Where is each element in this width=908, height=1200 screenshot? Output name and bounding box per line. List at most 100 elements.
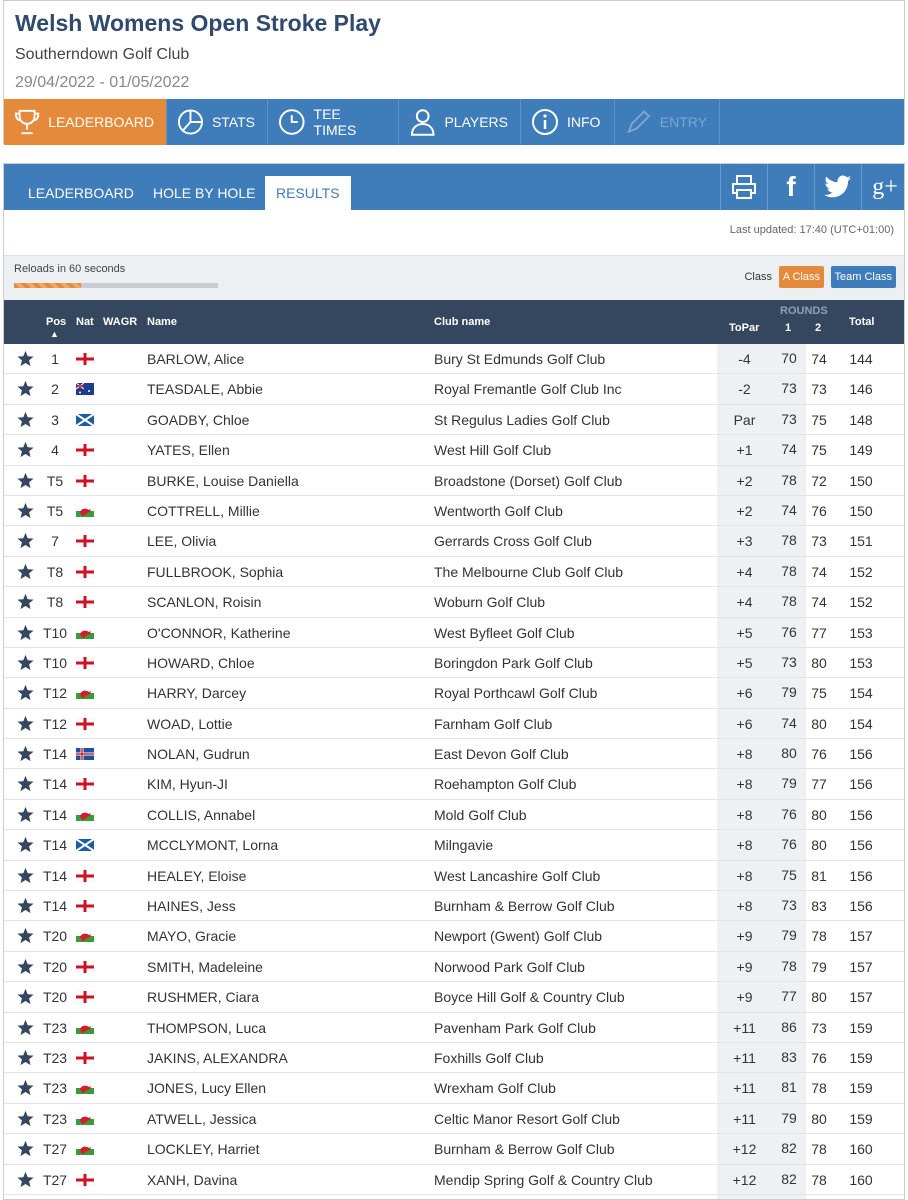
player-name[interactable]: HAINES, Jess <box>147 898 236 914</box>
class-team-button[interactable]: Team Class <box>830 266 896 288</box>
col-round-2[interactable]: 2 <box>815 322 821 334</box>
player-name[interactable]: HARRY, Darcey <box>147 685 246 701</box>
favourite-star-icon[interactable] <box>17 836 34 853</box>
favourite-star-icon[interactable] <box>17 1079 34 1096</box>
table-row[interactable]: T14 KIM, Hyun-JI Roehampton Golf Club +8 79 7… <box>4 769 904 800</box>
table-row[interactable]: T23 ATWELL, Jessica Celtic Manor Resort Go… <box>4 1103 904 1135</box>
favourite-star-icon[interactable] <box>17 745 34 762</box>
player-name[interactable]: JONES, Lucy Ellen <box>147 1080 266 1096</box>
table-row[interactable]: T23 JAKINS, ALEXANDRA Foxhills Golf Club +1… <box>4 1042 904 1074</box>
table-row[interactable]: 1 BARLOW, Alice Bury St Edmunds Golf Club -… <box>4 344 904 375</box>
col-nat[interactable]: Nat <box>76 316 94 328</box>
nav-tee-times[interactable]: TEE TIMES <box>268 99 399 145</box>
col-wagr[interactable]: WAGR <box>103 316 137 328</box>
player-name[interactable]: HOWARD, Chloe <box>147 655 255 671</box>
table-row[interactable]: T10 HOWARD, Chloe Boringdon Park Golf Club… <box>4 647 904 679</box>
player-name[interactable]: THOMPSON, Luca <box>147 1020 266 1036</box>
player-name[interactable]: O'CONNOR, Katherine <box>147 625 291 641</box>
table-row[interactable]: T12 WOAD, Lottie Farnham Golf Club +6 74 80 15… <box>4 708 904 740</box>
favourite-star-icon[interactable] <box>17 350 34 367</box>
table-row[interactable]: T27 LOCKLEY, Harriet Burnham & Berrow Golf… <box>4 1134 904 1165</box>
table-row[interactable]: 7 LEE, Olivia Gerrards Cross Golf Club +3 78… <box>4 526 904 557</box>
player-name[interactable]: BURKE, Louise Daniella <box>147 473 299 489</box>
player-name[interactable]: NOLAN, Gudrun <box>147 746 250 762</box>
table-row[interactable]: 2 TEASDALE, Abbie Royal Fremantle Golf Clu… <box>4 374 904 405</box>
table-row[interactable]: T20 RUSHMER, Ciara Boyce Hill Golf & Count… <box>4 982 904 1013</box>
favourite-star-icon[interactable] <box>17 654 34 671</box>
player-name[interactable]: LOCKLEY, Harriet <box>147 1141 260 1157</box>
facebook-button[interactable]: f <box>767 164 814 210</box>
col-club[interactable]: Club name <box>434 316 490 328</box>
twitter-button[interactable] <box>814 164 861 210</box>
favourite-star-icon[interactable] <box>17 806 34 823</box>
favourite-star-icon[interactable] <box>17 624 34 641</box>
player-name[interactable]: TEASDALE, Abbie <box>147 381 263 397</box>
table-row[interactable]: T20 SMITH, Madeleine Norwood Park Golf Clu… <box>4 951 904 983</box>
table-row[interactable]: T5 BURKE, Louise Daniella Broadstone (Dors… <box>4 465 904 496</box>
table-row[interactable]: T8 SCANLON, Roisin Woburn Golf Club +4 78 74 1… <box>4 587 904 618</box>
nav-leaderboard[interactable]: LEADERBOARD <box>4 99 167 145</box>
tab-hole-by-hole[interactable]: HOLE BY HOLE <box>142 176 266 210</box>
player-name[interactable]: YATES, Ellen <box>147 442 230 458</box>
favourite-star-icon[interactable] <box>17 1140 34 1157</box>
player-name[interactable]: LEE, Olivia <box>147 533 216 549</box>
player-name[interactable]: JAKINS, ALEXANDRA <box>147 1050 288 1066</box>
google-plus-button[interactable]: g+ <box>861 164 904 210</box>
favourite-star-icon[interactable] <box>17 441 34 458</box>
favourite-star-icon[interactable] <box>17 380 34 397</box>
table-row[interactable]: T14 HEALEY, Eloise West Lancashire Golf Cl… <box>4 860 904 892</box>
tab-results[interactable]: RESULTS <box>265 176 351 210</box>
player-name[interactable]: COTTRELL, Millie <box>147 503 260 519</box>
col-topar[interactable]: ToPar <box>729 322 759 334</box>
table-row[interactable]: T8 FULLBROOK, Sophia The Melbourne Club Go… <box>4 556 904 588</box>
favourite-star-icon[interactable] <box>17 897 34 914</box>
favourite-star-icon[interactable] <box>17 502 34 519</box>
nav-stats[interactable]: STATS <box>167 99 268 145</box>
table-row[interactable]: 4 YATES, Ellen West Hill Golf Club +1 74 75 14… <box>4 435 904 466</box>
table-row[interactable]: T10 O'CONNOR, Katherine West Byfleet Golf … <box>4 617 904 648</box>
favourite-star-icon[interactable] <box>17 411 34 428</box>
favourite-star-icon[interactable] <box>17 1110 34 1127</box>
table-row[interactable]: T14 NOLAN, Gudrun East Devon Golf Club +8 80… <box>4 739 904 770</box>
table-row[interactable]: T23 JONES, Lucy Ellen Wrexham Golf Club +11… <box>4 1073 904 1104</box>
player-name[interactable]: RUSHMER, Ciara <box>147 989 259 1005</box>
table-row[interactable]: T14 HAINES, Jess Burnham & Berrow Golf Clu… <box>4 891 904 922</box>
table-row[interactable]: 3 GOADBY, Chloe St Regulus Ladies Golf Clu… <box>4 404 904 436</box>
favourite-star-icon[interactable] <box>17 867 34 884</box>
table-row[interactable]: T27 XANH, Davina Mendip Spring Golf & Coun… <box>4 1164 904 1195</box>
player-name[interactable]: MAYO, Gracie <box>147 928 236 944</box>
favourite-star-icon[interactable] <box>17 532 34 549</box>
table-row[interactable]: T14 MCCLYMONT, Lorna Milngavie +8 76 80 156 <box>4 830 904 861</box>
favourite-star-icon[interactable] <box>17 1171 34 1188</box>
nav-players[interactable]: PLAYERS <box>399 99 521 145</box>
player-name[interactable]: MCCLYMONT, Lorna <box>147 837 278 853</box>
favourite-star-icon[interactable] <box>17 1049 34 1066</box>
favourite-star-icon[interactable] <box>17 593 34 610</box>
favourite-star-icon[interactable] <box>17 563 34 580</box>
player-name[interactable]: HEALEY, Eloise <box>147 868 246 884</box>
favourite-star-icon[interactable] <box>17 715 34 732</box>
favourite-star-icon[interactable] <box>17 775 34 792</box>
nav-info[interactable]: INFO <box>521 99 615 145</box>
tab-leaderboard[interactable]: LEADERBOARD <box>17 176 145 210</box>
favourite-star-icon[interactable] <box>17 927 34 944</box>
player-name[interactable]: KIM, Hyun-JI <box>147 776 228 792</box>
player-name[interactable]: SCANLON, Roisin <box>147 594 261 610</box>
col-name[interactable]: Name <box>147 316 177 328</box>
table-row[interactable]: T27HOLDEN, HannahHuddersfield Golf Club+… <box>4 1194 904 1199</box>
table-row[interactable]: T12 HARRY, Darcey Royal Porthcawl Golf Clu… <box>4 678 904 709</box>
player-name[interactable]: WOAD, Lottie <box>147 716 233 732</box>
player-name[interactable]: COLLIS, Annabel <box>147 807 255 823</box>
print-button[interactable] <box>720 164 767 210</box>
favourite-star-icon[interactable] <box>17 958 34 975</box>
player-name[interactable]: ATWELL, Jessica <box>147 1111 256 1127</box>
nav-entry[interactable]: ENTRY <box>615 99 720 145</box>
col-round-1[interactable]: 1 <box>785 322 791 334</box>
favourite-star-icon[interactable] <box>17 1019 34 1036</box>
player-name[interactable]: GOADBY, Chloe <box>147 412 249 428</box>
table-row[interactable]: T23 THOMPSON, Luca Pavenham Park Golf Club… <box>4 1012 904 1043</box>
table-row[interactable]: T5 COTTRELL, Millie Wentworth Golf Club +2 7… <box>4 495 904 527</box>
player-name[interactable]: XANH, Davina <box>147 1172 237 1188</box>
table-row[interactable]: T20 MAYO, Gracie Newport (Gwent) Golf Club… <box>4 921 904 952</box>
class-a-button[interactable]: A Class <box>778 266 824 288</box>
